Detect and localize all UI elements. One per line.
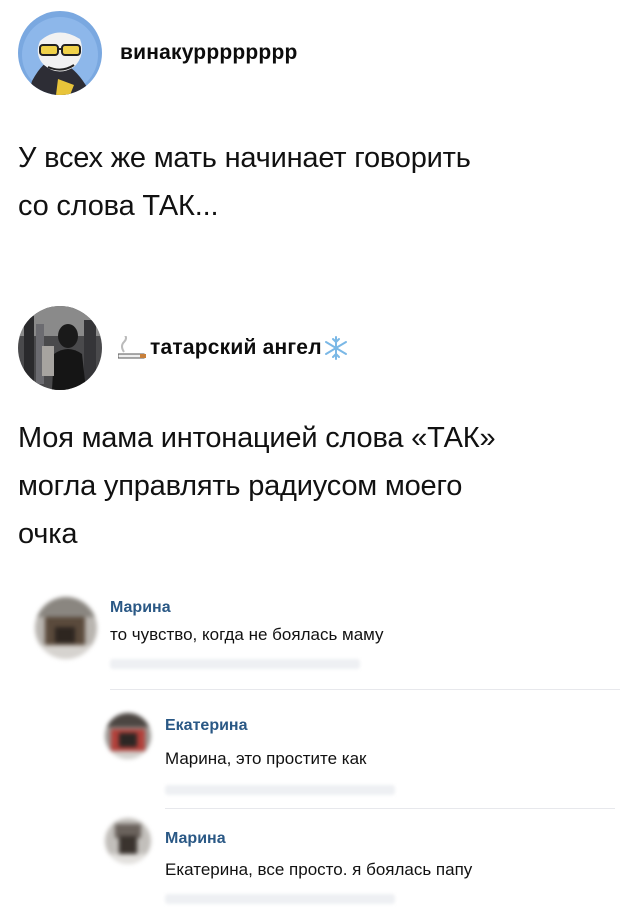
username[interactable]: татарский ангел (118, 336, 348, 360)
avatar[interactable] (105, 713, 151, 759)
comment-divider (165, 808, 615, 809)
post-text-line: очка (18, 518, 78, 550)
comment-text: Марина, это простите как (165, 749, 367, 768)
comment-reply: Екатерина Марина, это простите как (105, 713, 620, 813)
post-text-line: У всех же мать начинает говорить (18, 142, 471, 174)
post-text-line: Моя мама интонацией слова «ТАК» (18, 422, 496, 454)
username-text: татарский ангел (150, 336, 322, 359)
post-header: татарский ангел (18, 306, 348, 390)
avatar[interactable] (105, 818, 151, 864)
username[interactable]: винакурррррррр (120, 41, 298, 65)
tweet-post-1: винакурррррррр У всех же мать начинает г… (0, 0, 620, 260)
post-text-line: могла управлять радиусом моего (18, 470, 463, 502)
comment-divider (110, 689, 620, 690)
post-text-line: со слова ТАК... (18, 190, 219, 222)
avatar[interactable] (18, 306, 102, 390)
comment: Марина то чувство, когда не боялась маму (35, 597, 620, 707)
avatar[interactable] (35, 597, 97, 659)
tweet-post-2: татарский ангел Моя мама интонацией слов… (0, 300, 620, 590)
post-text: Моя мама интонацией слова «ТАК» могла уп… (18, 414, 608, 558)
comment-meta (110, 659, 360, 669)
comment-author[interactable]: Екатерина (165, 717, 247, 735)
post-header: винакурррррррр (18, 11, 298, 95)
comment-author[interactable]: Марина (110, 599, 171, 617)
snowflake-icon (324, 336, 347, 360)
avatar[interactable] (18, 11, 102, 95)
comment-text: Екатерина, все просто. я боялась папу (165, 860, 473, 879)
comment-reply: Марина Екатерина, все просто. я боялась … (105, 818, 620, 915)
smoking-icon (118, 336, 146, 359)
comment-text: то чувство, когда не боялась маму (110, 625, 384, 644)
comment-meta (165, 894, 395, 904)
comment-meta (165, 785, 395, 795)
comment-author[interactable]: Марина (165, 830, 226, 848)
post-text: У всех же мать начинает говорить со слов… (18, 134, 608, 230)
